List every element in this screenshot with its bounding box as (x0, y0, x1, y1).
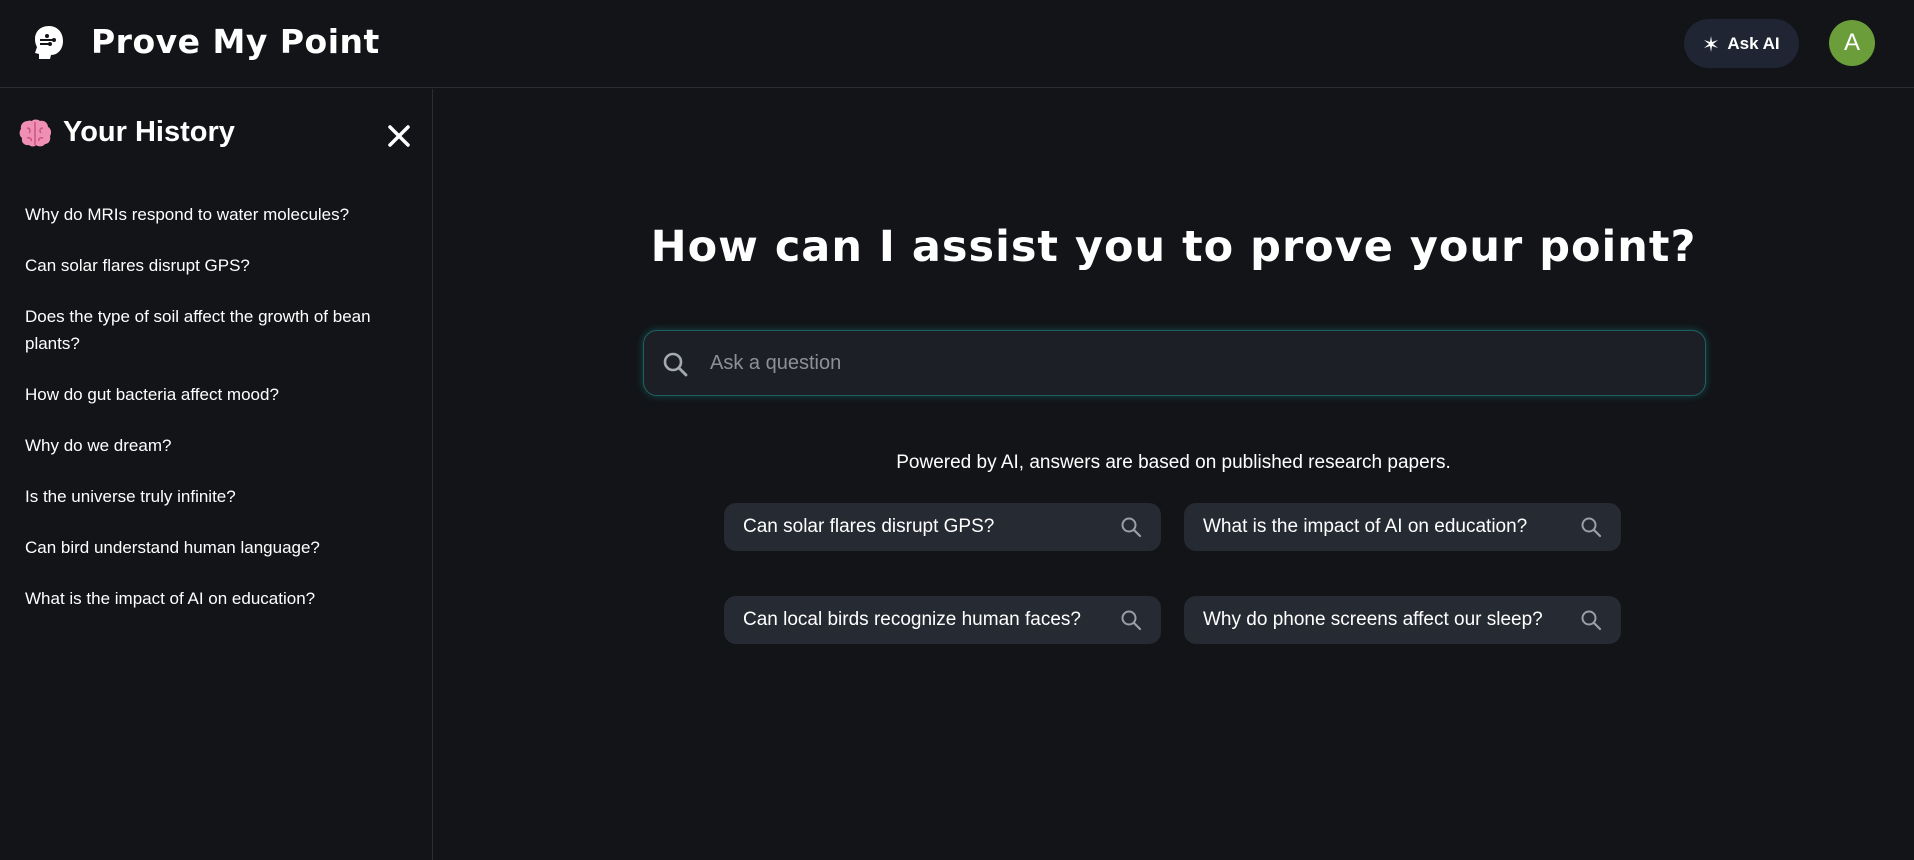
history-item[interactable]: Can bird understand human language? (25, 534, 415, 561)
powered-by-text: Powered by AI, answers are based on publ… (896, 452, 1451, 473)
suggestion-label: Why do phone screens affect our sleep? (1203, 609, 1543, 630)
suggestion-label: What is the impact of AI on education? (1203, 516, 1528, 537)
suggestion-chip[interactable]: Why do phone screens affect our sleep? (1184, 596, 1621, 644)
ask-ai-label: Ask AI (1727, 33, 1780, 53)
sparkle-icon (1704, 35, 1719, 52)
history-item[interactable]: What is the impact of AI on education? (25, 585, 415, 612)
ask-ai-button[interactable]: Ask AI (1684, 19, 1799, 68)
history-list: Why do MRIs respond to water molecules? … (25, 201, 415, 636)
history-item[interactable]: Is the universe truly infinite? (25, 483, 415, 510)
page-title: How can I assist you to prove your point… (650, 222, 1697, 272)
history-item[interactable]: Why do MRIs respond to water molecules? (25, 201, 415, 228)
search-input[interactable] (710, 331, 1690, 395)
history-sidebar: Your History Why do MRIs respond to wate… (0, 89, 433, 860)
suggestion-chip[interactable]: Can local birds recognize human faces? (724, 596, 1161, 644)
search-icon (663, 352, 688, 377)
brand-name: Prove My Point (91, 22, 380, 61)
search-icon (1121, 517, 1142, 538)
brain-icon (19, 119, 51, 146)
suggestion-label: Can local birds recognize human faces? (743, 609, 1081, 630)
history-item[interactable]: Can solar flares disrupt GPS? (25, 252, 415, 279)
suggestion-chip[interactable]: What is the impact of AI on education? (1184, 503, 1621, 551)
history-item[interactable]: Why do we dream? (25, 432, 415, 459)
ai-head-icon (35, 26, 63, 59)
history-item[interactable]: Does the type of soil affect the growth … (25, 303, 415, 357)
search-icon (1581, 517, 1602, 538)
close-icon[interactable] (386, 123, 412, 149)
suggestion-label: Can solar flares disrupt GPS? (743, 516, 995, 537)
search-box[interactable] (643, 330, 1706, 396)
sidebar-title: Your History (19, 116, 235, 149)
avatar[interactable]: A (1829, 20, 1875, 66)
search-icon (1581, 610, 1602, 631)
history-item[interactable]: How do gut bacteria affect mood? (25, 381, 415, 408)
top-header: Prove My Point Ask AI A (0, 0, 1914, 88)
search-icon (1121, 610, 1142, 631)
suggestion-chip[interactable]: Can solar flares disrupt GPS? (724, 503, 1161, 551)
sidebar-title-text: Your History (63, 116, 235, 148)
